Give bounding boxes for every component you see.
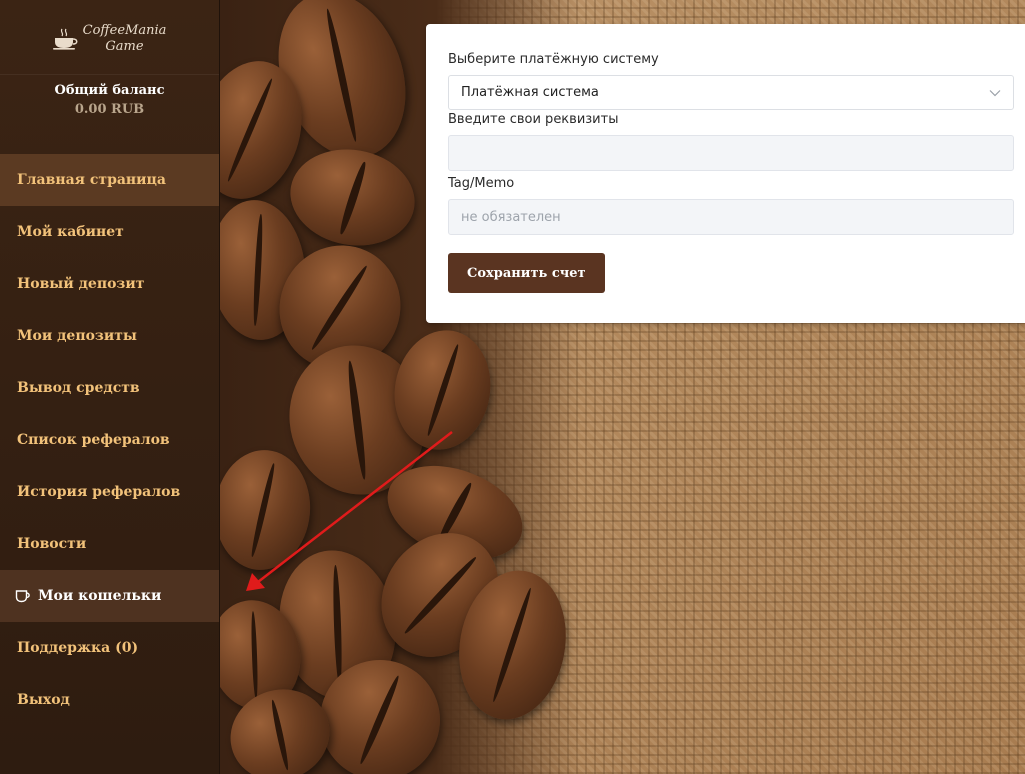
sidebar-item-label: Поддержка (0) [17,640,139,656]
sidebar-item-wallets[interactable]: Мои кошельки [0,570,219,622]
balance-block: Общий баланс 0.00 RUB [0,74,219,154]
payment-system-selected: Платёжная система [461,85,599,100]
sidebar-item-referral-history[interactable]: История рефералов [0,466,219,518]
sidebar-item-cabinet[interactable]: Мой кабинет [0,206,219,258]
sidebar-item-label: Мои депозиты [17,328,137,344]
sidebar-item-logout[interactable]: Выход [0,674,219,726]
coffee-cup-icon [52,28,78,50]
sidebar-item-label: История рефералов [17,484,181,500]
balance-title: Общий баланс [54,83,165,98]
sidebar-nav: Главная страница Мой кабинет Новый депоз… [0,154,219,726]
chevron-down-icon [989,89,1001,96]
cup-icon [15,590,30,603]
balance-value: 0.00 RUB [74,102,145,117]
sidebar-item-support[interactable]: Поддержка (0) [0,622,219,674]
sidebar-item-label: Список рефералов [17,432,170,448]
sidebar-item-new-deposit[interactable]: Новый депозит [0,258,219,310]
sidebar-item-label: Выход [17,692,70,708]
sidebar-item-label: Мой кабинет [17,224,124,240]
sidebar-item-home[interactable]: Главная страница [0,154,219,206]
logo[interactable]: CoffeeMania Game [0,0,219,74]
sidebar-item-label: Мои кошельки [38,588,162,604]
sidebar-item-news[interactable]: Новости [0,518,219,570]
sidebar-item-label: Новый депозит [17,276,145,292]
sidebar-item-label: Новости [17,536,87,552]
logo-line2: Game [105,39,144,54]
sidebar-item-label: Вывод средств [17,380,140,396]
sidebar-item-label: Главная страница [17,172,166,188]
memo-input[interactable] [448,199,1014,235]
logo-text: CoffeeMania Game [83,23,167,55]
sidebar-item-withdraw[interactable]: Вывод средств [0,362,219,414]
wallet-form-panel: Выберите платёжную систему Платёжная сис… [426,24,1025,323]
details-label: Введите свои реквизиты [448,112,619,127]
payment-system-select[interactable]: Платёжная система [448,75,1014,110]
save-wallet-button[interactable]: Сохранить счет [448,253,605,293]
memo-label: Tag/Memo [448,176,515,191]
sidebar-item-my-deposits[interactable]: Мои депозиты [0,310,219,362]
details-input[interactable] [448,135,1014,171]
sidebar: CoffeeMania Game Общий баланс 0.00 RUB Г… [0,0,220,774]
payment-system-label: Выберите платёжную систему [448,52,659,67]
logo-line1: CoffeeMania [82,23,167,38]
sidebar-item-referral-list[interactable]: Список рефералов [0,414,219,466]
